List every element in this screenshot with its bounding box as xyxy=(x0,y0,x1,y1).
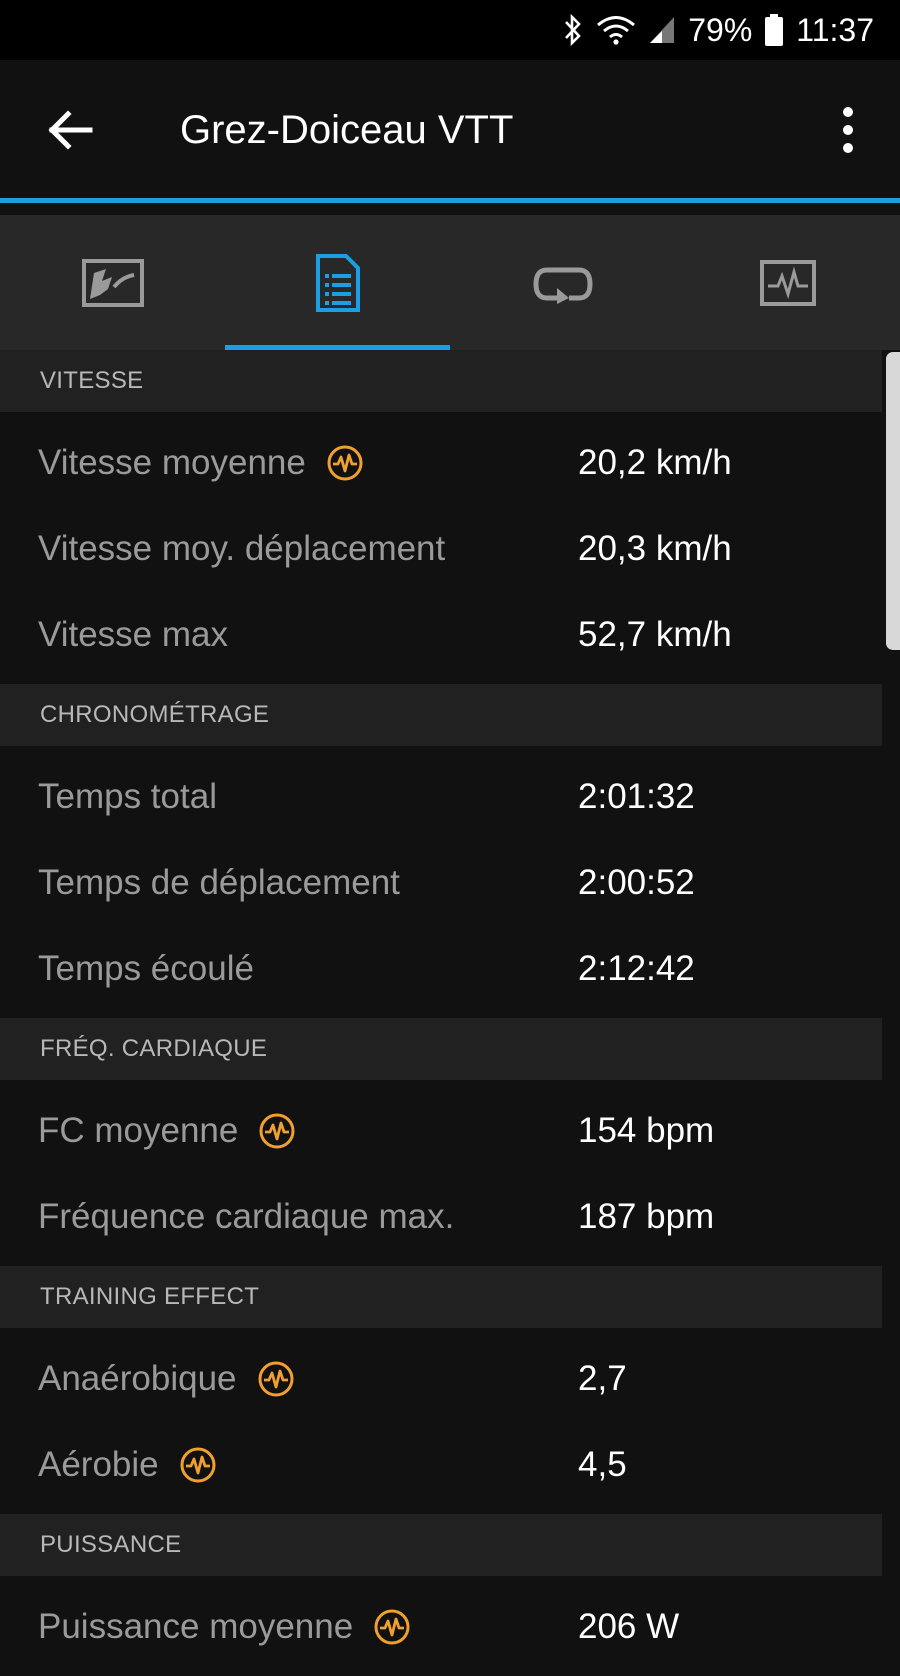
app-bar: Grez-Doiceau VTT xyxy=(0,60,900,198)
stat-label: Vitesse moyenne xyxy=(38,443,364,483)
stat-row: Vitesse moyenne 20,2 km/h xyxy=(0,420,882,506)
stat-label: Vitesse max xyxy=(38,615,228,655)
bluetooth-icon xyxy=(565,13,582,47)
stat-row: Aérobie 4,5 xyxy=(0,1422,882,1508)
tab-details[interactable] xyxy=(225,215,450,350)
firstbeat-badge-icon[interactable] xyxy=(326,444,364,482)
stat-row: Puissance moyenne 206 W xyxy=(0,1584,882,1670)
stat-label: Puissance moyenne xyxy=(38,1607,411,1647)
stat-value: 2:12:42 xyxy=(578,949,695,988)
scrollbar[interactable] xyxy=(886,352,900,650)
activity-details-list[interactable]: VITESSE Vitesse moyenne 20,2 km/h Vitesse … xyxy=(0,350,882,1676)
stat-value: 20,3 km/h xyxy=(578,529,732,568)
battery-icon xyxy=(765,14,784,46)
status-bar: 79% 11:37 xyxy=(0,0,900,60)
map-icon xyxy=(81,258,144,307)
firstbeat-badge-icon[interactable] xyxy=(257,1360,295,1398)
stat-label: Fréquence cardiaque max. xyxy=(38,1197,454,1237)
stat-label: FC moyenne xyxy=(38,1111,296,1151)
wifi-icon xyxy=(597,16,636,45)
tab-charts[interactable] xyxy=(675,215,900,350)
stat-value: 206 W xyxy=(578,1607,680,1646)
stat-value: 4,5 xyxy=(578,1445,627,1484)
stat-row: Vitesse max 52,7 km/h xyxy=(0,592,882,678)
stat-label-text: Aérobie xyxy=(38,1445,159,1484)
stat-label: Temps de déplacement xyxy=(38,863,400,903)
stat-label: Temps écoulé xyxy=(38,949,254,989)
section-header: CHRONOMÉTRAGE xyxy=(0,684,882,746)
stat-value: 2:00:52 xyxy=(578,863,695,902)
stat-label-text: Vitesse max xyxy=(38,615,228,654)
tab-laps[interactable] xyxy=(450,215,675,350)
battery-percent: 79% xyxy=(688,11,753,48)
tab-map[interactable] xyxy=(0,215,225,350)
stat-label-text: Anaérobique xyxy=(38,1359,237,1398)
firstbeat-badge-icon[interactable] xyxy=(373,1608,411,1646)
stat-label-text: Temps de déplacement xyxy=(38,863,400,902)
stat-label: Anaérobique xyxy=(38,1359,295,1399)
stat-label: Temps total xyxy=(38,777,217,817)
stat-row: Temps total 2:01:32 xyxy=(0,754,882,840)
firstbeat-badge-icon[interactable] xyxy=(258,1112,296,1150)
firstbeat-badge-icon[interactable] xyxy=(179,1446,217,1484)
stat-label: Aérobie xyxy=(38,1445,217,1485)
stat-value: 2:01:32 xyxy=(578,777,695,816)
section-header: VITESSE xyxy=(0,350,882,412)
more-vert-icon[interactable] xyxy=(836,106,860,154)
stat-label-text: Temps total xyxy=(38,777,217,816)
stat-label-text: Puissance moyenne xyxy=(38,1607,354,1646)
section-header: TRAINING EFFECT xyxy=(0,1266,882,1328)
stat-row: Temps écoulé 2:12:42 xyxy=(0,926,882,1012)
stat-row: FC moyenne 154 bpm xyxy=(0,1088,882,1174)
arrow-left-icon[interactable] xyxy=(44,104,96,156)
clock: 11:37 xyxy=(796,11,874,48)
laps-icon xyxy=(532,267,593,304)
accent-divider xyxy=(0,198,900,203)
stat-value: 154 bpm xyxy=(578,1111,715,1150)
stat-label-text: Fréquence cardiaque max. xyxy=(38,1197,455,1236)
stat-row: Fréquence cardiaque max. 187 bpm xyxy=(0,1174,882,1260)
section-header: PUISSANCE xyxy=(0,1514,882,1576)
stat-row: Anaérobique 2,7 xyxy=(0,1336,882,1422)
stat-value: 2,7 xyxy=(578,1359,627,1398)
page-title: Grez-Doiceau VTT xyxy=(180,108,514,152)
stat-label-text: Vitesse moyenne xyxy=(38,443,306,482)
stat-label-text: Vitesse moy. déplacement xyxy=(38,529,446,568)
document-list-icon xyxy=(315,253,360,312)
stat-value: 52,7 km/h xyxy=(578,615,732,654)
signal-icon xyxy=(650,17,675,43)
tab-bar xyxy=(0,215,900,350)
stat-row: Temps de déplacement 2:00:52 xyxy=(0,840,882,926)
chart-icon xyxy=(759,259,816,306)
stat-label: Vitesse moy. déplacement xyxy=(38,529,445,569)
stat-value: 20,2 km/h xyxy=(578,443,732,482)
stat-label-text: Temps écoulé xyxy=(38,949,254,988)
stat-value: 187 bpm xyxy=(578,1197,715,1236)
stat-row: Vitesse moy. déplacement 20,3 km/h xyxy=(0,506,882,592)
stat-label-text: FC moyenne xyxy=(38,1111,239,1150)
section-header: FRÉQ. CARDIAQUE xyxy=(0,1018,882,1080)
